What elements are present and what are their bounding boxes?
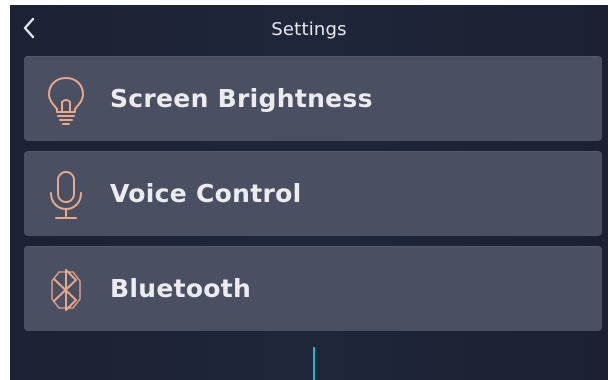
settings-screen: Settings Screen Brightness Voice Control (10, 5, 608, 380)
page-title: Settings (271, 19, 347, 40)
menu-item-voice-control[interactable]: Voice Control (24, 151, 602, 236)
menu-item-label: Screen Brightness (110, 84, 373, 113)
scroll-indicator (313, 347, 315, 380)
lightbulb-icon (48, 77, 84, 125)
menu-item-screen-brightness[interactable]: Screen Brightness (24, 56, 602, 141)
menu-item-label: Voice Control (110, 179, 302, 208)
microphone-icon (50, 171, 82, 219)
menu-item-label: Bluetooth (110, 274, 252, 303)
bluetooth-icon (51, 269, 81, 311)
menu-item-bluetooth[interactable]: Bluetooth (24, 246, 602, 331)
header-bar: Settings (10, 5, 608, 53)
